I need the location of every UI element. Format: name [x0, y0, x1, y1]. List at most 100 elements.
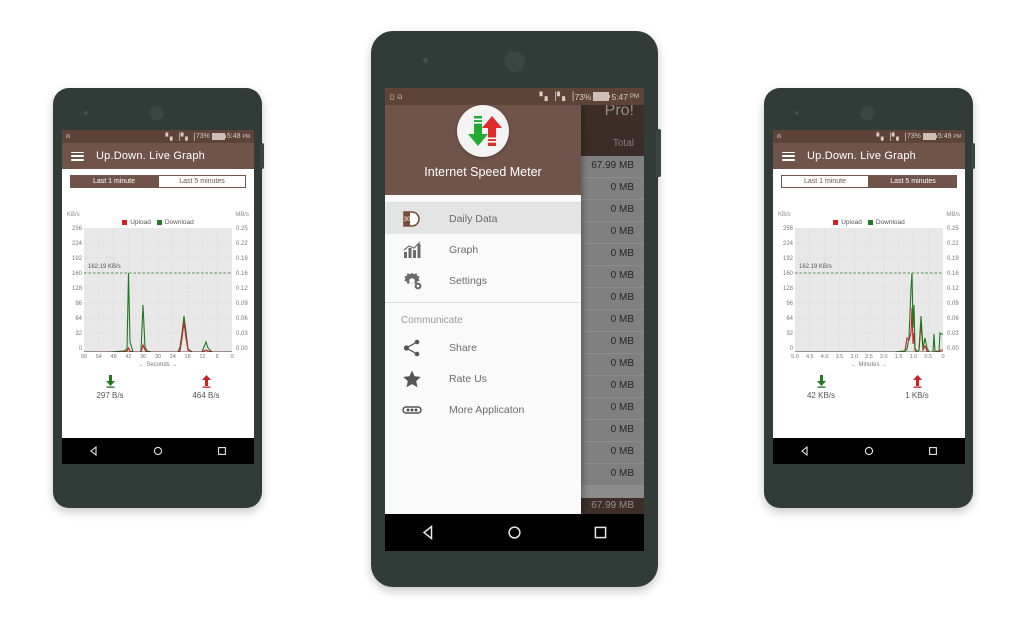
- signal-icon: ▘▖▕: [876, 133, 891, 141]
- y-tick-right: 0.03: [236, 331, 248, 337]
- x-tick: 3.0: [850, 354, 859, 360]
- nav-back-button[interactable]: [800, 446, 810, 456]
- screen-center: Pro! Total 67.99 MB 0 MB 0 MB 0 MB 0 MB 0 MB 0…: [385, 88, 644, 551]
- x-tick: 30: [154, 354, 162, 360]
- stat-download: 42 KB/s: [773, 375, 869, 400]
- speed-stats: 297 B/s 464 B/s: [62, 375, 254, 400]
- y-axis-left-unit: KB/s: [778, 212, 791, 218]
- y-axis-right-unit: MB/s: [946, 212, 960, 218]
- stat-upload: 464 B/s: [158, 375, 254, 400]
- y-tick-right: 0.16: [236, 271, 248, 277]
- y-tick-left: 128: [71, 286, 82, 292]
- tab-last-5-minutes[interactable]: Last 5 minutes: [869, 175, 957, 188]
- menu-item-daily-data[interactable]: 30 Daily Data: [385, 203, 581, 234]
- x-tick: 48: [110, 354, 117, 360]
- menu-item-rate-us[interactable]: Rate Us: [385, 363, 581, 394]
- y-axis-left-unit: KB/s: [67, 212, 80, 218]
- tab-last-1-minute[interactable]: Last 1 minute: [781, 175, 869, 188]
- x-tick: 42: [125, 354, 132, 360]
- nav-back-button[interactable]: [421, 525, 436, 540]
- gear-icon: [401, 270, 423, 292]
- nav-home-button[interactable]: [507, 525, 522, 540]
- power-button[interactable]: [260, 143, 264, 169]
- navigation-drawer: Internet Speed Meter 30 Daily Data Graph…: [385, 88, 581, 514]
- nav-home-button[interactable]: [153, 446, 163, 456]
- android-nav-bar: [385, 514, 644, 551]
- hamburger-icon[interactable]: [71, 151, 84, 161]
- share-icon: [401, 337, 423, 359]
- legend-label-upload: Upload: [841, 219, 862, 226]
- upload-speed-value: 464 B/s: [192, 391, 220, 400]
- speed-stats: 42 KB/s 1 KB/s: [773, 375, 965, 400]
- x-tick: 54: [95, 354, 102, 360]
- internet-speed-meter-logo: [457, 105, 509, 157]
- menu-item-share[interactable]: Share: [385, 332, 581, 363]
- drawer-app-title: Internet Speed Meter: [424, 165, 542, 179]
- y-tick-right: 0.09: [236, 301, 248, 307]
- y-tick-left: 256: [71, 226, 82, 232]
- chart-legend: Upload Download: [62, 219, 254, 226]
- menu-label-settings: Settings: [449, 274, 487, 287]
- legend-label-download: Download: [164, 219, 194, 226]
- front-camera-icon: [84, 111, 88, 115]
- bar-chart-icon: [401, 239, 423, 261]
- live-graph: KB/s MB/s Upload Download 256 224 192 16…: [773, 212, 965, 368]
- battery-icon: [922, 133, 937, 140]
- y-axis-right-unit: MB/s: [235, 212, 249, 218]
- clock-label: 5:49: [937, 133, 952, 140]
- star-icon: [401, 368, 423, 390]
- range-tabs: Last 1 minute Last 5 minutes: [781, 175, 957, 188]
- earpiece-speaker: [504, 51, 525, 72]
- power-button[interactable]: [971, 143, 975, 169]
- menu-item-settings[interactable]: Settings: [385, 265, 581, 296]
- y-tick-right: 0.22: [236, 241, 248, 247]
- app-bar: Up.Down. Live Graph: [773, 143, 965, 169]
- y-tick-right: 0.25: [236, 226, 248, 232]
- menu-label-daily-data: Daily Data: [449, 212, 498, 225]
- menu-label-rate-us: Rate Us: [449, 372, 487, 385]
- menu-label-more-application: More Applicaton: [449, 403, 525, 416]
- nav-recents-button[interactable]: [217, 446, 227, 456]
- y-tick-left: 192: [71, 256, 82, 262]
- nav-home-button[interactable]: [864, 446, 874, 456]
- live-graph: KB/s MB/s Upload Download 256 224 192 16…: [62, 212, 254, 368]
- legend-swatch-upload: [833, 220, 839, 225]
- screen-left: ⍝ ▘▖▕ ▘▖▕ 73% 5:48 PM Up.Down. Live Grap…: [62, 130, 254, 464]
- power-button[interactable]: [656, 129, 661, 177]
- x-tick: 4.5: [805, 354, 814, 360]
- nav-recents-button[interactable]: [593, 525, 608, 540]
- signal-icon: ▘▖▕: [180, 133, 195, 141]
- more-apps-icon: [401, 399, 423, 421]
- y-tick-left: 96: [75, 301, 82, 307]
- page-title: Up.Down. Live Graph: [96, 150, 205, 162]
- y-tick-left: 64: [786, 316, 793, 322]
- nav-recents-button[interactable]: [928, 446, 938, 456]
- x-tick: 4.0: [820, 354, 829, 360]
- plot-area: [84, 228, 232, 352]
- y-tick-right: 0.09: [947, 301, 959, 307]
- x-axis-label: ← Seconds →: [138, 362, 178, 368]
- legend-item-upload: Upload: [833, 219, 862, 226]
- x-axis-label: ← Minutes →: [850, 362, 888, 368]
- y-tick-left: 128: [782, 286, 793, 292]
- y-tick-right: 0.12: [236, 286, 248, 292]
- clock-meridiem: PM: [630, 93, 639, 100]
- tab-last-1-minute[interactable]: Last 1 minute: [70, 175, 158, 188]
- x-tick: 36: [140, 354, 147, 360]
- nav-back-button[interactable]: [89, 446, 99, 456]
- signal-icon: ▘▖▕: [556, 92, 574, 101]
- hamburger-icon[interactable]: [782, 151, 795, 161]
- signal-icon: ▘▖▕: [891, 133, 906, 141]
- x-tick: 3.5: [835, 354, 844, 360]
- legend-item-download: Download: [867, 219, 905, 226]
- menu-item-more-application[interactable]: More Applicaton: [385, 394, 581, 425]
- menu-item-graph[interactable]: Graph: [385, 234, 581, 265]
- phone-center: Pro! Total 67.99 MB 0 MB 0 MB 0 MB 0 MB 0 MB 0…: [371, 31, 661, 587]
- x-tick: 2.0: [879, 354, 888, 360]
- upload-status-icon: ⍝: [397, 91, 403, 101]
- legend-item-download: Download: [156, 219, 194, 226]
- tab-last-5-minutes[interactable]: Last 5 minutes: [158, 175, 246, 188]
- y-tick-left: 224: [782, 241, 793, 247]
- signal-icon: ▘▖▕: [539, 92, 557, 101]
- upload-status-icon: ⍝: [66, 132, 71, 140]
